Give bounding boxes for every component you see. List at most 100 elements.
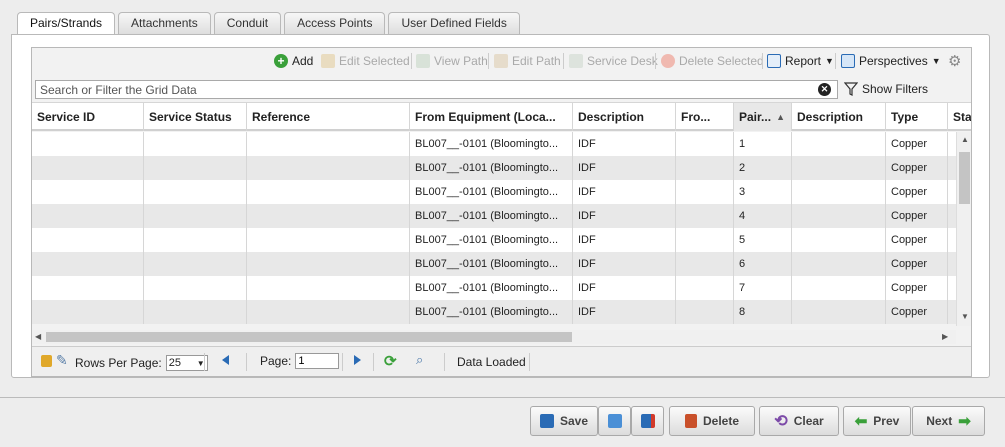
next-button[interactable]: Next ➡ bbox=[912, 406, 985, 436]
table-cell: IDF bbox=[573, 204, 676, 228]
column-header-type[interactable]: Type bbox=[886, 103, 948, 131]
show-filters-label: Show Filters bbox=[862, 82, 929, 96]
prev-button[interactable]: ⬅ Prev bbox=[843, 406, 911, 436]
trash-icon bbox=[684, 414, 697, 428]
footer-divider bbox=[0, 397, 1005, 398]
scroll-right-icon[interactable]: ▶ bbox=[942, 332, 948, 341]
report-button[interactable]: Report ▼ bbox=[767, 52, 834, 70]
table-cell: Copper bbox=[886, 204, 948, 228]
column-header-reference[interactable]: Reference bbox=[247, 103, 410, 131]
table-cell bbox=[144, 156, 247, 180]
tab-user-defined-fields[interactable]: User Defined Fields bbox=[388, 12, 520, 34]
table-cell: IDF bbox=[573, 180, 676, 204]
save-button[interactable]: Save bbox=[530, 406, 598, 436]
view-path-button[interactable]: View Path bbox=[416, 52, 488, 70]
refresh-icon[interactable]: ⟳ bbox=[384, 352, 397, 370]
table-cell bbox=[247, 252, 410, 276]
table-cell bbox=[144, 300, 247, 324]
table-row[interactable]: BL007__-0101 (Bloomingto... IDF 1 Copper bbox=[32, 132, 956, 156]
add-label: Add bbox=[292, 54, 314, 68]
service-desk-button[interactable]: Service Desk bbox=[569, 52, 658, 70]
scroll-up-icon[interactable]: ▲ bbox=[961, 135, 969, 144]
delete-icon bbox=[661, 54, 675, 68]
table-cell bbox=[144, 180, 247, 204]
horizontal-scrollbar[interactable]: ◀ ▶ bbox=[32, 330, 956, 344]
table-cell: IDF bbox=[573, 228, 676, 252]
tab-attachments[interactable]: Attachments bbox=[118, 12, 211, 34]
table-row[interactable]: BL007__-0101 (Bloomingto... IDF 6 Copper bbox=[32, 252, 956, 276]
scroll-left-icon[interactable]: ◀ bbox=[35, 332, 41, 341]
lock-icon[interactable] bbox=[41, 355, 52, 367]
clear-button[interactable]: ⟲ Clear bbox=[759, 406, 839, 436]
search-input[interactable] bbox=[35, 80, 838, 99]
edit-path-button[interactable]: Edit Path bbox=[494, 52, 561, 70]
rows-per-page-label: Rows Per Page: bbox=[75, 356, 162, 370]
horizontal-scroll-thumb[interactable] bbox=[46, 332, 572, 342]
column-header-description[interactable]: Description bbox=[573, 103, 676, 131]
tab-pairs-strands[interactable]: Pairs/Strands bbox=[17, 12, 116, 36]
wrench-icon[interactable]: ✎ bbox=[56, 352, 68, 369]
column-header-from-equipment[interactable]: From Equipment (Loca... bbox=[410, 103, 573, 131]
table-cell bbox=[676, 180, 734, 204]
rows-per-page-select[interactable]: 25 ▼ bbox=[165, 355, 208, 371]
filter-icon bbox=[844, 82, 858, 96]
column-header-service-status[interactable]: Service Status bbox=[144, 103, 247, 131]
edit-path-label: Edit Path bbox=[512, 54, 561, 68]
table-row[interactable]: BL007__-0101 (Bloomingto... IDF 2 Copper bbox=[32, 156, 956, 180]
table-cell bbox=[792, 252, 886, 276]
tab-access-points[interactable]: Access Points bbox=[284, 12, 386, 34]
column-header-pair-label: Pair... bbox=[739, 110, 772, 124]
save-close-button[interactable] bbox=[631, 406, 664, 436]
scroll-down-icon[interactable]: ▼ bbox=[961, 312, 969, 321]
save-new-icon bbox=[607, 414, 622, 428]
table-cell bbox=[948, 228, 956, 252]
vertical-scroll-thumb[interactable] bbox=[959, 152, 970, 204]
table-cell bbox=[948, 252, 956, 276]
add-button[interactable]: + Add bbox=[274, 52, 313, 70]
grid-toolbar: + Add Edit Selected View Path Edit Path … bbox=[32, 48, 971, 74]
table-row[interactable]: BL007__-0101 (Bloomingto... IDF 8 Copper bbox=[32, 300, 956, 324]
clear-icon: ⟲ bbox=[774, 413, 788, 430]
column-header-pair[interactable]: Pair... ▲ bbox=[734, 103, 792, 131]
prev-page-button[interactable] bbox=[222, 355, 229, 365]
column-header-from[interactable]: Fro... bbox=[676, 103, 734, 131]
table-cell: Copper bbox=[886, 276, 948, 300]
delete-selected-button[interactable]: Delete Selected bbox=[661, 52, 764, 70]
gear-icon[interactable]: ⚙ bbox=[948, 52, 961, 70]
tab-conduit[interactable]: Conduit bbox=[213, 12, 282, 34]
table-cell bbox=[32, 276, 144, 300]
table-cell bbox=[247, 204, 410, 228]
table-cell bbox=[676, 132, 734, 156]
save-new-button[interactable] bbox=[598, 406, 631, 436]
show-filters-button[interactable]: Show Filters bbox=[844, 82, 928, 96]
table-cell bbox=[948, 180, 956, 204]
table-cell: IDF bbox=[573, 300, 676, 324]
arrow-right-icon bbox=[354, 355, 361, 365]
table-row[interactable]: BL007__-0101 (Bloomingto... IDF 4 Copper bbox=[32, 204, 956, 228]
table-row[interactable]: BL007__-0101 (Bloomingto... IDF 3 Copper bbox=[32, 180, 956, 204]
edit-selected-button[interactable]: Edit Selected bbox=[321, 52, 410, 70]
floppy-disk-icon bbox=[539, 414, 554, 428]
sort-icon: ▲ bbox=[776, 112, 785, 122]
delete-button[interactable]: Delete bbox=[669, 406, 755, 436]
table-cell: 5 bbox=[734, 228, 792, 252]
table-cell: BL007__-0101 (Bloomingto... bbox=[410, 132, 573, 156]
clear-search-icon[interactable]: ✕ bbox=[818, 83, 831, 96]
table-cell bbox=[144, 204, 247, 228]
table-cell: BL007__-0101 (Bloomingto... bbox=[410, 228, 573, 252]
page-input[interactable] bbox=[295, 353, 340, 369]
table-row[interactable]: BL007__-0101 (Bloomingto... IDF 7 Copper bbox=[32, 276, 956, 300]
zoom-icon[interactable]: ⌕ bbox=[416, 352, 423, 368]
column-header-description-2[interactable]: Description bbox=[792, 103, 886, 131]
table-cell bbox=[948, 300, 956, 324]
perspectives-button[interactable]: Perspectives ▼ bbox=[841, 52, 941, 70]
column-header-status[interactable]: Sta bbox=[948, 103, 971, 131]
table-row[interactable]: BL007__-0101 (Bloomingto... IDF 5 Copper bbox=[32, 228, 956, 252]
table-cell: 3 bbox=[734, 180, 792, 204]
vertical-scrollbar[interactable]: ▲ ▼ bbox=[956, 132, 971, 326]
table-cell bbox=[948, 204, 956, 228]
next-page-button[interactable] bbox=[354, 355, 361, 365]
column-header-service-id[interactable]: Service ID bbox=[32, 103, 144, 131]
table-cell bbox=[247, 300, 410, 324]
table-cell: IDF bbox=[573, 156, 676, 180]
